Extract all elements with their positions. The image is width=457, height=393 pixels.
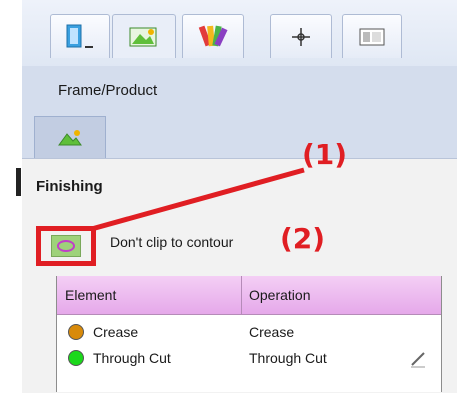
table-row[interactable]: Through Cut Through Cut — [57, 346, 441, 372]
operation-name: Through Cut — [249, 350, 327, 366]
table-row[interactable]: Crease Crease — [57, 320, 441, 346]
clip-contour-label: Don't clip to contour — [110, 234, 234, 250]
annotation-1: (1) — [302, 138, 348, 171]
element-name: Through Cut — [93, 350, 171, 366]
element-color-icon — [68, 324, 84, 340]
column-divider — [241, 276, 242, 314]
contour-icon — [51, 235, 81, 257]
operation-name: Crease — [249, 324, 295, 340]
clip-contour-toggle[interactable] — [36, 226, 96, 266]
finishing-table: Element Operation Crease Crease Through … — [56, 276, 442, 392]
column-header-operation[interactable]: Operation — [249, 287, 310, 303]
element-color-icon — [68, 350, 84, 366]
table-header: Element Operation — [57, 276, 441, 315]
element-name: Crease — [93, 324, 139, 340]
annotation-2: (2) — [280, 222, 326, 255]
edit-icon[interactable] — [407, 348, 429, 370]
column-header-element[interactable]: Element — [65, 287, 116, 303]
